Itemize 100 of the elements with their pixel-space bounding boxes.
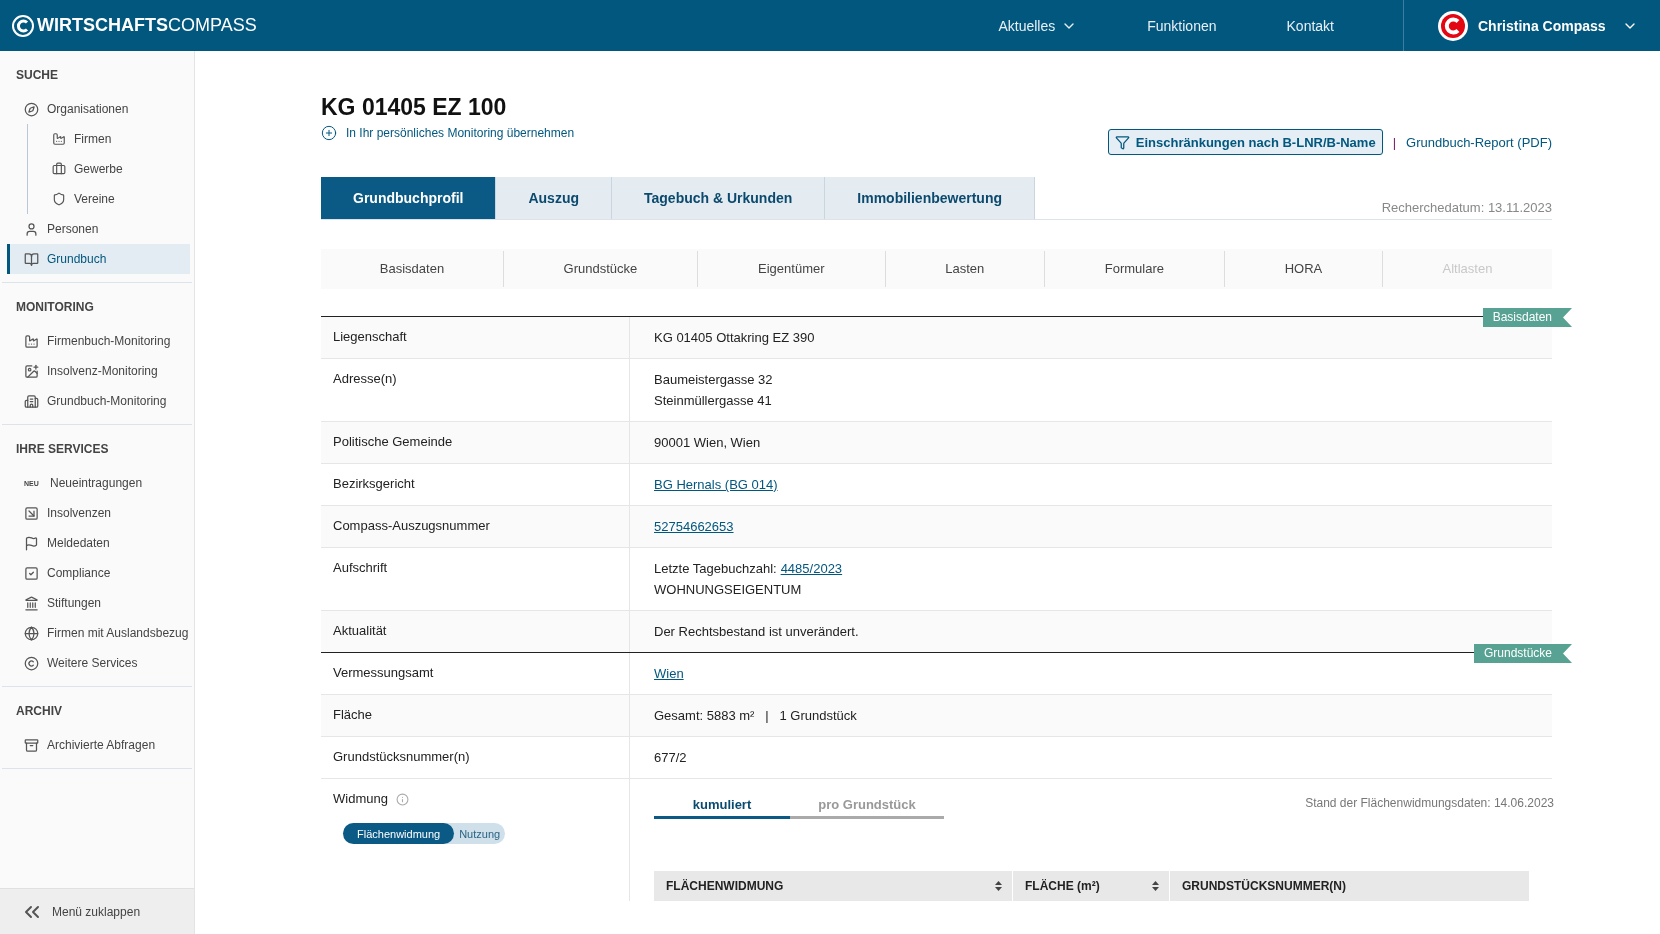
section-link[interactable]: Grundstücke [503, 251, 698, 287]
briefcase-icon [52, 162, 66, 176]
compass-icon [24, 101, 39, 117]
sort-icon[interactable] [995, 881, 1002, 891]
value-text: 90001 Wien, Wien [654, 435, 761, 450]
sidebar-item[interactable]: Weitere Services [7, 648, 190, 678]
column-header[interactable]: GRUNDSTÜCKSNUMMER(N) [1170, 871, 1530, 901]
sidebar-item[interactable]: Compliance [7, 558, 190, 588]
value-text: 677/2 [654, 750, 687, 765]
row-label: Vermessungsamt [333, 665, 434, 680]
row-label: Bezirksgericht [333, 476, 415, 491]
sidebar-item[interactable]: Firmen [33, 124, 190, 154]
sidebar-item[interactable]: Personen [7, 214, 190, 244]
sidebar-heading: MONITORING [15, 299, 95, 316]
value-link[interactable]: 52754662653 [654, 519, 734, 534]
section-link[interactable]: HORA [1224, 251, 1383, 287]
sort-icon[interactable] [1152, 881, 1159, 891]
avatar-logo-icon [1438, 10, 1468, 41]
value-link[interactable]: 4485/2023 [780, 561, 843, 576]
collapse-menu-button[interactable]: Menü zuklappen [0, 888, 194, 934]
value-text: WOHNUNGSEIGENTUM [654, 582, 802, 597]
sidebar-item[interactable]: Stiftungen [7, 588, 190, 618]
sidebar-item[interactable]: Insolvenz-Monitoring [7, 356, 190, 386]
data-date-text: Stand der Flächenwidmungsdaten: 14.06.2023 [1305, 795, 1554, 812]
row-label: Aktualität [333, 623, 387, 638]
section-link[interactable]: Basisdaten [321, 251, 504, 287]
value-link[interactable]: BG Hernals (BG 014) [654, 477, 778, 492]
row-label: Politische Gemeinde [333, 434, 453, 449]
row-label: Adresse(n) [333, 371, 397, 386]
sidebar-heading: ARCHIV [15, 703, 63, 720]
book-icon [24, 251, 39, 267]
tab[interactable]: Immobilienbewertung [825, 177, 1035, 219]
view-tab[interactable]: kumuliert [654, 793, 790, 819]
sidebar-item[interactable]: Insolvenzen [7, 498, 190, 528]
sidebar-item[interactable]: Grundbuch-Monitoring [7, 386, 190, 416]
factory-icon [52, 132, 66, 146]
copyright-icon [24, 655, 39, 671]
factory-icon [24, 333, 39, 349]
monitoring-link[interactable]: In Ihr persönliches Monitoring übernehmen [321, 125, 575, 141]
row-label: Grundstücksnummer(n) [333, 749, 470, 764]
institution-icon [24, 595, 39, 611]
column-title: FLÄCHENWIDMUNG [666, 877, 784, 895]
value-text: Steinmüllergasse 41 [654, 393, 772, 408]
filter-button[interactable]: Einschränkungen nach B-LNR/B-Name [1107, 129, 1383, 155]
user-icon [24, 221, 39, 237]
sidebar-item[interactable]: Meldedaten [7, 528, 190, 558]
value-text: Der Rechtsbestand ist unverändert. [654, 624, 859, 639]
section-link[interactable]: Eigentümer [697, 251, 886, 287]
image-plus-icon [24, 363, 39, 379]
row-label: Fläche [333, 707, 373, 722]
row-label: Compass-Auszugsnummer [333, 518, 490, 533]
archive-icon [24, 737, 39, 753]
page-title: KG 01405 EZ 100 [321, 93, 508, 122]
section-link[interactable]: Lasten [885, 251, 1045, 287]
tab[interactable]: Auszug [496, 177, 612, 219]
nav-link[interactable]: Funktionen [1112, 17, 1252, 34]
sidebar-item[interactable]: Grundbuch [7, 244, 190, 274]
checkbox-icon [24, 565, 39, 581]
filter-icon [1114, 134, 1130, 150]
globe-icon [24, 625, 39, 641]
separator-text: | [1392, 134, 1397, 150]
arrow-square-icon [24, 505, 39, 521]
sidebar-item[interactable]: Vereine [33, 184, 190, 214]
section-link[interactable]: Formulare [1044, 251, 1225, 287]
sidebar-item[interactable]: Firmen mit Auslandsbezug [7, 618, 190, 648]
value-link[interactable]: Wien [654, 666, 684, 681]
sidebar-item[interactable]: Gewerbe [33, 154, 190, 184]
row-label: Aufschrift [333, 560, 388, 575]
user-name[interactable]: Christina Compass [1478, 17, 1606, 34]
nav-link[interactable]: Aktuelles [963, 17, 1113, 34]
column-header[interactable]: FLÄCHE (m²) [1013, 871, 1170, 901]
value-text: Baumeistergasse 32 [654, 372, 773, 387]
building-icon [24, 393, 39, 409]
column-title: FLÄCHE (m²) [1025, 877, 1100, 895]
nav-link[interactable]: Kontakt [1251, 17, 1369, 34]
value-text: Letzte Tagebuchzahl: [654, 561, 777, 576]
section-tag: Grundstücke [1473, 644, 1572, 663]
tab[interactable]: Grundbuchprofil [321, 177, 497, 219]
sidebar-item[interactable]: Firmenbuch-Monitoring [7, 326, 190, 356]
tab[interactable]: Tagebuch & Urkunden [612, 177, 826, 219]
column-title: GRUNDSTÜCKSNUMMER(N) [1182, 877, 1346, 895]
toggle-option[interactable]: Nutzung [454, 823, 506, 844]
sidebar-item[interactable]: Organisationen [7, 94, 190, 124]
sidebar-heading: IHRE SERVICES [15, 441, 110, 458]
research-date: Recherchedatum: 13.11.2023 [1381, 200, 1552, 217]
value-text: KG 01405 Ottakring EZ 390 [654, 330, 815, 345]
sidebar-heading: SUCHE [15, 67, 59, 84]
shield-icon [52, 192, 66, 206]
toggle-option[interactable]: Flächenwidmung [343, 823, 455, 844]
plus-circle-icon [321, 125, 337, 141]
column-header[interactable]: FLÄCHENWIDMUNG [654, 871, 1013, 901]
section-tag: Basisdaten [1482, 308, 1572, 327]
sidebar-item[interactable]: Archivierte Abfragen [7, 730, 190, 760]
brand-name: WIRTSCHAFTSCOMPASS [37, 15, 257, 36]
flag-icon [24, 535, 39, 551]
report-link[interactable]: Grundbuch-Report (PDF) [1406, 134, 1552, 150]
row-label: Liegenschaft [333, 329, 407, 344]
row-label: Widmung [333, 790, 388, 808]
logo-icon [12, 14, 34, 37]
value-text: Gesamt: 5883 m² | 1 Grundstück [654, 708, 857, 723]
